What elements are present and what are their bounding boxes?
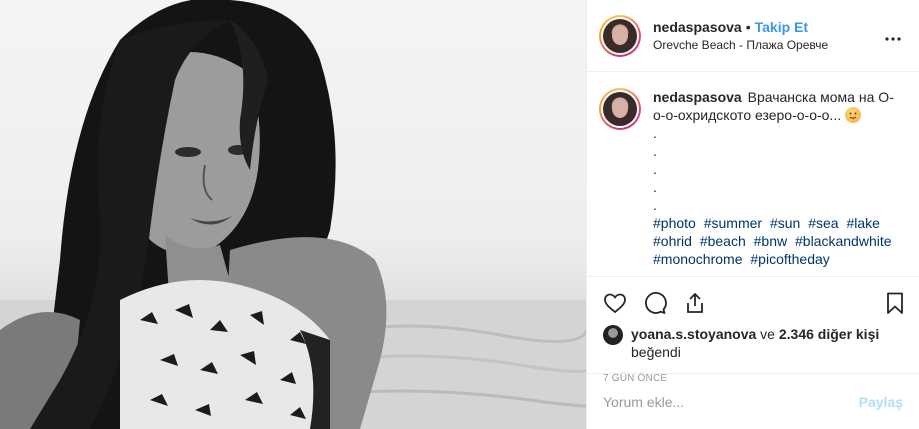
likes-summary: yoana.s.stoyanova ve 2.346 diğer kişi be… [587,325,919,361]
action-bar [587,281,919,325]
more-options-icon[interactable] [881,30,905,41]
follow-button[interactable]: Takip Et [755,18,808,36]
hashtag-link[interactable]: #sea [808,215,838,231]
avatar-ring [601,90,639,128]
hashtag-link[interactable]: #bnw [754,233,787,249]
comment-input[interactable] [603,393,859,410]
hashtags: #photo #summer #sun #sea #lake #ohrid #b… [653,214,905,268]
instagram-post: nedaspasova • Takip Et Orevche Beach - П… [0,0,919,429]
hashtag-link[interactable]: #picoftheday [750,251,829,267]
heart-icon[interactable] [603,291,627,315]
comment-icon[interactable] [643,291,667,315]
likes-text: yoana.s.stoyanova ve 2.346 diğer kişi be… [631,325,879,361]
liker-username[interactable]: yoana.s.stoyanova [631,326,756,342]
caption-area: nedaspasova Врачанска мома на О-о-о-охри… [587,72,919,277]
hashtag-link[interactable]: #photo [653,215,696,231]
separator-dot: • [745,19,751,35]
caption-dot: . [653,161,657,177]
hashtag-link[interactable]: #ohrid [653,233,692,249]
location-link[interactable]: Orevche Beach - Плажа Оревче [653,37,881,53]
smiling-face-icon [845,107,861,123]
bookmark-icon[interactable] [883,291,907,315]
likes-connector: ve [760,326,775,342]
portrait-illustration [0,0,586,429]
caption-dots: . . . . . [653,124,905,214]
share-icon[interactable] [683,291,707,315]
likes-suffix: beğendi [631,344,681,360]
caption-dot: . [653,125,657,141]
likes-others-link[interactable]: 2.346 diğer kişi [779,326,879,342]
avatar-image [603,92,637,126]
header-row: nedaspasova • Takip Et [653,18,881,36]
username-link[interactable]: nedaspasova [653,18,742,36]
caption-dot: . [653,143,657,159]
hashtag-link[interactable]: #sun [770,215,800,231]
caption-avatar[interactable] [599,88,641,130]
post-header: nedaspasova • Takip Et Orevche Beach - П… [587,0,919,72]
hashtag-link[interactable]: #beach [700,233,746,249]
hashtag-link[interactable]: #monochrome [653,251,743,267]
caption: nedaspasova Врачанска мома на О-о-о-охри… [653,88,905,276]
caption-username[interactable]: nedaspasova [653,89,742,105]
liker-avatar[interactable] [603,325,623,345]
hashtag-link[interactable]: #lake [846,215,879,231]
avatar-ring [601,16,639,55]
header-text: nedaspasova • Takip Et Orevche Beach - П… [653,18,881,53]
caption-dot: . [653,197,657,213]
avatar-image [603,18,637,53]
hashtag-link[interactable]: #summer [704,215,762,231]
avatar[interactable] [599,14,641,57]
caption-dot: . [653,179,657,195]
post-photo[interactable] [0,0,587,429]
hashtag-link[interactable]: #blackandwhite [795,233,892,249]
post-comment-button[interactable]: Paylaş [859,394,903,410]
comment-box: Paylaş [587,373,919,429]
post-side-panel: nedaspasova • Takip Et Orevche Beach - П… [587,0,919,429]
